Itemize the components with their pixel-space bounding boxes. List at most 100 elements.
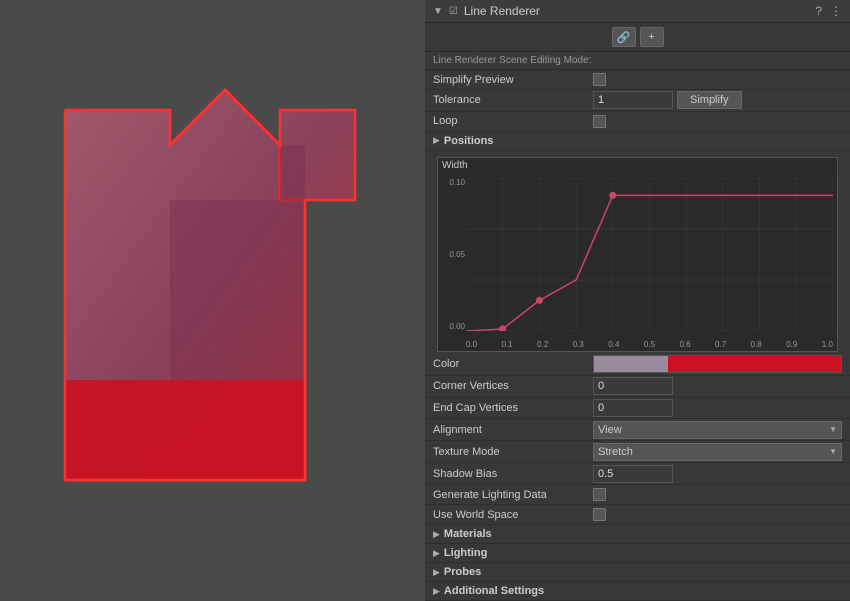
inspector: ▼ ☑ Line Renderer ? ⋮ 🔗 + Line Renderer …	[425, 0, 850, 601]
x-label-4: 0.4	[608, 340, 619, 349]
additional-settings-section[interactable]: ▶ Additional Settings	[425, 582, 850, 601]
probes-section[interactable]: ▶ Probes	[425, 563, 850, 582]
loop-row: Loop	[425, 112, 850, 132]
end-cap-vertices-value	[593, 399, 842, 417]
simplify-preview-label: Simplify Preview	[433, 74, 593, 86]
help-icon[interactable]: ?	[815, 4, 822, 18]
texture-mode-row: Texture Mode Stretch ▼	[425, 441, 850, 463]
loop-checkbox[interactable]	[593, 115, 606, 128]
materials-section[interactable]: ▶ Materials	[425, 525, 850, 544]
alignment-dropdown-arrow: ▼	[829, 425, 837, 434]
shadow-bias-input[interactable]	[593, 465, 673, 483]
chart-area	[466, 178, 833, 331]
y-label-top: 0.10	[440, 178, 465, 187]
chart-point-1	[500, 326, 506, 331]
corner-vertices-row: Corner Vertices	[425, 376, 850, 398]
generate-lighting-value	[593, 488, 842, 501]
lock-btn[interactable]: 🔗	[612, 27, 636, 47]
texture-mode-label: Texture Mode	[433, 446, 593, 458]
tolerance-row: Tolerance Simplify	[425, 90, 850, 112]
toolbar: 🔗 +	[425, 23, 850, 52]
shadow-bias-label: Shadow Bias	[433, 468, 593, 480]
width-chart[interactable]: Width 0.10 0.05 0.00	[437, 157, 838, 352]
probes-arrow-icon: ▶	[433, 567, 440, 578]
scene-edit-mode-label: Line Renderer Scene Editing Mode:	[425, 52, 850, 70]
lock-icon: 🔗	[617, 31, 631, 44]
x-axis: 0.0 0.1 0.2 0.3 0.4 0.5 0.6 0.7 0.8 0.9 …	[466, 340, 833, 349]
texture-mode-dropdown[interactable]: Stretch ▼	[593, 443, 842, 461]
x-label-2: 0.2	[537, 340, 548, 349]
x-label-9: 0.9	[786, 340, 797, 349]
x-label-6: 0.6	[679, 340, 690, 349]
y-label-bottom: 0.00	[440, 322, 465, 331]
scene-view[interactable]	[0, 0, 425, 601]
use-world-space-row: Use World Space	[425, 505, 850, 525]
corner-vertices-label: Corner Vertices	[433, 380, 593, 392]
component-title: Line Renderer	[464, 4, 809, 18]
checkbox-icon[interactable]: ☑	[449, 6, 458, 17]
simplify-button[interactable]: Simplify	[677, 91, 742, 109]
x-label-7: 0.7	[715, 340, 726, 349]
add-btn[interactable]: +	[640, 27, 664, 47]
materials-arrow-icon: ▶	[433, 529, 440, 540]
loop-label: Loop	[433, 115, 593, 127]
x-label-1: 0.1	[502, 340, 513, 349]
x-label-5: 0.5	[644, 340, 655, 349]
shadow-bias-value	[593, 465, 842, 483]
additional-settings-label: Additional Settings	[444, 585, 544, 597]
tolerance-input[interactable]	[593, 91, 673, 109]
use-world-space-checkbox[interactable]	[593, 508, 606, 521]
component-header: ▼ ☑ Line Renderer ? ⋮	[425, 0, 850, 23]
generate-lighting-label: Generate Lighting Data	[433, 489, 593, 501]
use-world-space-value	[593, 508, 842, 521]
color-swatch[interactable]	[593, 355, 842, 373]
color-value	[593, 355, 842, 373]
materials-label: Materials	[444, 528, 492, 540]
scene-edit-text: Line Renderer Scene Editing Mode:	[433, 55, 591, 66]
x-label-3: 0.3	[573, 340, 584, 349]
texture-mode-value: Stretch ▼	[593, 443, 842, 461]
lighting-section[interactable]: ▶ Lighting	[425, 544, 850, 563]
alignment-text: View	[598, 424, 622, 436]
chart-point-2	[536, 297, 542, 303]
header-icons: ? ⋮	[815, 4, 842, 18]
texture-mode-text: Stretch	[598, 446, 633, 458]
alignment-label: Alignment	[433, 424, 593, 436]
simplify-preview-value	[593, 73, 842, 86]
use-world-space-label: Use World Space	[433, 509, 593, 521]
simplify-preview-checkbox[interactable]	[593, 73, 606, 86]
texture-mode-dropdown-arrow: ▼	[829, 447, 837, 456]
tolerance-value: Simplify	[593, 91, 842, 109]
shadow-bias-row: Shadow Bias	[425, 463, 850, 485]
chart-point-3	[610, 192, 616, 198]
chart-wrapper: Width 0.10 0.05 0.00	[425, 151, 850, 354]
tolerance-label: Tolerance	[433, 94, 593, 106]
settings-icon[interactable]: ⋮	[830, 4, 842, 18]
end-cap-vertices-label: End Cap Vertices	[433, 402, 593, 414]
additional-settings-arrow-icon: ▶	[433, 586, 440, 597]
loop-value	[593, 115, 842, 128]
generate-lighting-row: Generate Lighting Data	[425, 485, 850, 505]
x-label-8: 0.8	[751, 340, 762, 349]
end-cap-vertices-row: End Cap Vertices	[425, 398, 850, 420]
positions-arrow-icon: ▶	[433, 135, 440, 146]
x-label-0: 0.0	[466, 340, 477, 349]
y-axis: 0.10 0.05 0.00	[440, 178, 465, 331]
generate-lighting-checkbox[interactable]	[593, 488, 606, 501]
alignment-value: View ▼	[593, 421, 842, 439]
simplify-preview-row: Simplify Preview	[425, 70, 850, 90]
alignment-dropdown[interactable]: View ▼	[593, 421, 842, 439]
positions-section[interactable]: ▶ Positions	[425, 132, 850, 151]
color-row: Color	[425, 354, 850, 376]
corner-vertices-input[interactable]	[593, 377, 673, 395]
title-text: Line Renderer	[464, 4, 540, 18]
lighting-label: Lighting	[444, 547, 487, 559]
positions-label: Positions	[444, 135, 494, 147]
add-icon: +	[648, 31, 654, 43]
chart-title: Width	[442, 160, 468, 171]
y-label-mid: 0.05	[440, 250, 465, 259]
end-cap-vertices-input[interactable]	[593, 399, 673, 417]
alignment-row: Alignment View ▼	[425, 419, 850, 441]
collapse-arrow-icon: ▼	[433, 6, 443, 17]
probes-label: Probes	[444, 566, 481, 578]
